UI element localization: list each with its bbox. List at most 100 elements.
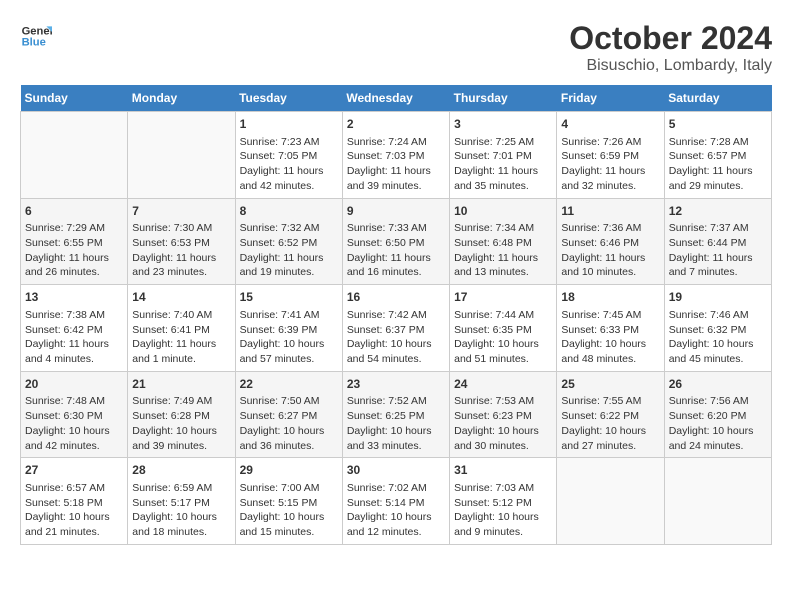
day-number: 22 [240,376,338,393]
day-info: Sunrise: 7:38 AMSunset: 6:42 PMDaylight:… [25,308,123,367]
calendar-week-4: 20Sunrise: 7:48 AMSunset: 6:30 PMDayligh… [21,371,772,458]
calendar-cell: 12Sunrise: 7:37 AMSunset: 6:44 PMDayligh… [664,198,771,285]
day-number: 25 [561,376,659,393]
day-info: Sunrise: 7:44 AMSunset: 6:35 PMDaylight:… [454,308,552,367]
day-info: Sunrise: 7:40 AMSunset: 6:41 PMDaylight:… [132,308,230,367]
day-info: Sunrise: 7:30 AMSunset: 6:53 PMDaylight:… [132,221,230,280]
calendar-cell: 9Sunrise: 7:33 AMSunset: 6:50 PMDaylight… [342,198,449,285]
day-number: 11 [561,203,659,220]
day-number: 19 [669,289,767,306]
day-number: 31 [454,462,552,479]
calendar-cell: 21Sunrise: 7:49 AMSunset: 6:28 PMDayligh… [128,371,235,458]
calendar-cell: 27Sunrise: 6:57 AMSunset: 5:18 PMDayligh… [21,458,128,545]
calendar-cell: 24Sunrise: 7:53 AMSunset: 6:23 PMDayligh… [450,371,557,458]
calendar-cell: 7Sunrise: 7:30 AMSunset: 6:53 PMDaylight… [128,198,235,285]
title-area: October 2024 Bisuschio, Lombardy, Italy [569,20,772,75]
calendar-cell: 17 Sunrise: 7:44 AMSunset: 6:35 PMDayligh… [450,285,557,372]
day-number: 5 [669,116,767,133]
day-info: Sunrise: 7:26 AMSunset: 6:59 PMDaylight:… [561,135,659,194]
day-number: 21 [132,376,230,393]
day-info: Sunrise: 7:53 AMSunset: 6:23 PMDaylight:… [454,394,552,453]
calendar-cell: 3 Sunrise: 7:25 AMSunset: 7:01 PMDaylight… [450,112,557,199]
day-info: Sunrise: 7:50 AMSunset: 6:27 PMDaylight:… [240,394,338,453]
day-info: Sunrise: 7:25 AMSunset: 7:01 PMDaylight:… [454,135,552,194]
day-info: Sunrise: 7:02 AMSunset: 5:14 PMDaylight:… [347,481,445,540]
day-info: Sunrise: 7:29 AMSunset: 6:55 PMDaylight:… [25,221,123,280]
calendar-table: SundayMondayTuesdayWednesdayThursdayFrid… [20,85,772,545]
calendar-cell: 22Sunrise: 7:50 AMSunset: 6:27 PMDayligh… [235,371,342,458]
day-number: 6 [25,203,123,220]
day-info: Sunrise: 6:57 AMSunset: 5:18 PMDaylight:… [25,481,123,540]
day-number: 17 [454,289,552,306]
calendar-cell: 30 Sunrise: 7:02 AMSunset: 5:14 PMDayligh… [342,458,449,545]
calendar-cell: 5 Sunrise: 7:28 AMSunset: 6:57 PMDaylight… [664,112,771,199]
calendar-cell: 2 Sunrise: 7:24 AMSunset: 7:03 PMDaylight… [342,112,449,199]
day-number: 8 [240,203,338,220]
calendar-cell: 4 Sunrise: 7:26 AMSunset: 6:59 PMDaylight… [557,112,664,199]
day-number: 30 [347,462,445,479]
day-info: Sunrise: 7:28 AMSunset: 6:57 PMDaylight:… [669,135,767,194]
day-number: 18 [561,289,659,306]
day-number: 13 [25,289,123,306]
calendar-cell [128,112,235,199]
day-info: Sunrise: 6:59 AMSunset: 5:17 PMDaylight:… [132,481,230,540]
day-number: 15 [240,289,338,306]
month-title: October 2024 [569,20,772,57]
calendar-cell: 31 Sunrise: 7:03 AMSunset: 5:12 PMDayligh… [450,458,557,545]
logo-icon: General Blue [20,20,52,52]
calendar-cell: 11Sunrise: 7:36 AMSunset: 6:46 PMDayligh… [557,198,664,285]
weekday-header-row: SundayMondayTuesdayWednesdayThursdayFrid… [21,85,772,112]
day-number: 20 [25,376,123,393]
day-info: Sunrise: 7:37 AMSunset: 6:44 PMDaylight:… [669,221,767,280]
day-number: 3 [454,116,552,133]
day-number: 9 [347,203,445,220]
location-subtitle: Bisuschio, Lombardy, Italy [569,57,772,75]
calendar-cell: 1 Sunrise: 7:23 AMSunset: 7:05 PMDaylight… [235,112,342,199]
day-number: 29 [240,462,338,479]
day-info: Sunrise: 7:42 AMSunset: 6:37 PMDaylight:… [347,308,445,367]
calendar-week-5: 27Sunrise: 6:57 AMSunset: 5:18 PMDayligh… [21,458,772,545]
weekday-header-sunday: Sunday [21,85,128,112]
day-number: 28 [132,462,230,479]
calendar-cell: 26Sunrise: 7:56 AMSunset: 6:20 PMDayligh… [664,371,771,458]
calendar-cell: 28 Sunrise: 6:59 AMSunset: 5:17 PMDayligh… [128,458,235,545]
calendar-week-3: 13 Sunrise: 7:38 AMSunset: 6:42 PMDayligh… [21,285,772,372]
calendar-cell [21,112,128,199]
weekday-header-wednesday: Wednesday [342,85,449,112]
day-number: 26 [669,376,767,393]
day-info: Sunrise: 7:03 AMSunset: 5:12 PMDaylight:… [454,481,552,540]
day-info: Sunrise: 7:33 AMSunset: 6:50 PMDaylight:… [347,221,445,280]
day-number: 12 [669,203,767,220]
day-number: 24 [454,376,552,393]
day-info: Sunrise: 7:49 AMSunset: 6:28 PMDaylight:… [132,394,230,453]
calendar-cell: 8Sunrise: 7:32 AMSunset: 6:52 PMDaylight… [235,198,342,285]
calendar-week-2: 6Sunrise: 7:29 AMSunset: 6:55 PMDaylight… [21,198,772,285]
calendar-cell: 23Sunrise: 7:52 AMSunset: 6:25 PMDayligh… [342,371,449,458]
calendar-week-1: 1 Sunrise: 7:23 AMSunset: 7:05 PMDaylight… [21,112,772,199]
page-header: General Blue October 2024 Bisuschio, Lom… [20,20,772,75]
day-info: Sunrise: 7:23 AMSunset: 7:05 PMDaylight:… [240,135,338,194]
weekday-header-thursday: Thursday [450,85,557,112]
calendar-cell: 6Sunrise: 7:29 AMSunset: 6:55 PMDaylight… [21,198,128,285]
calendar-cell: 14 Sunrise: 7:40 AMSunset: 6:41 PMDayligh… [128,285,235,372]
day-number: 4 [561,116,659,133]
day-number: 23 [347,376,445,393]
calendar-cell [664,458,771,545]
day-info: Sunrise: 7:24 AMSunset: 7:03 PMDaylight:… [347,135,445,194]
day-number: 16 [347,289,445,306]
weekday-header-tuesday: Tuesday [235,85,342,112]
calendar-cell [557,458,664,545]
day-info: Sunrise: 7:52 AMSunset: 6:25 PMDaylight:… [347,394,445,453]
calendar-cell: 20Sunrise: 7:48 AMSunset: 6:30 PMDayligh… [21,371,128,458]
day-number: 2 [347,116,445,133]
day-number: 1 [240,116,338,133]
day-info: Sunrise: 7:34 AMSunset: 6:48 PMDaylight:… [454,221,552,280]
calendar-cell: 29Sunrise: 7:00 AMSunset: 5:15 PMDayligh… [235,458,342,545]
day-number: 14 [132,289,230,306]
day-info: Sunrise: 7:48 AMSunset: 6:30 PMDaylight:… [25,394,123,453]
calendar-cell: 25Sunrise: 7:55 AMSunset: 6:22 PMDayligh… [557,371,664,458]
weekday-header-friday: Friday [557,85,664,112]
day-info: Sunrise: 7:41 AMSunset: 6:39 PMDaylight:… [240,308,338,367]
svg-text:Blue: Blue [22,37,46,49]
logo: General Blue [20,20,52,52]
